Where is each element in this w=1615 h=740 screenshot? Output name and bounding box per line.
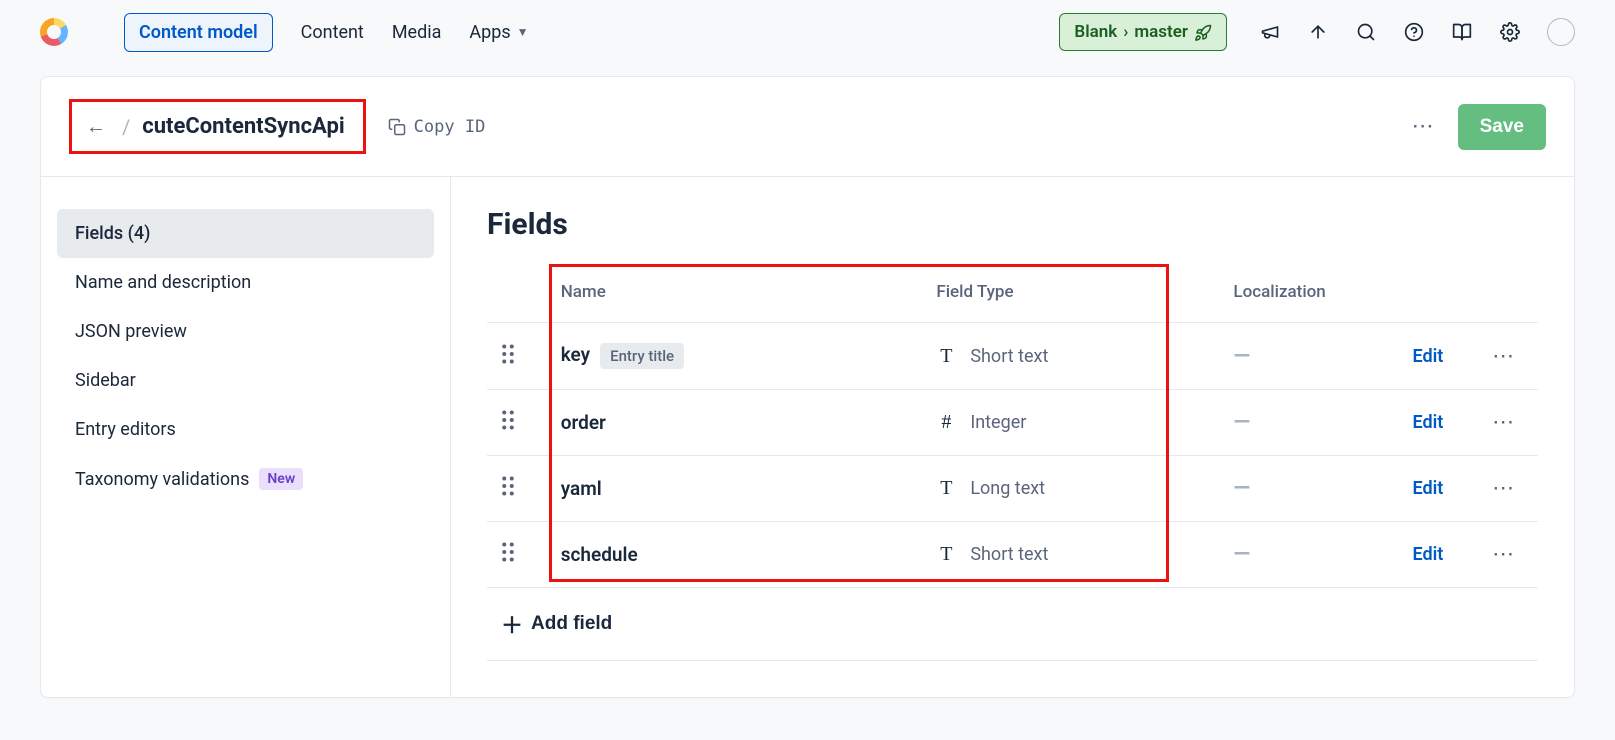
new-badge: New	[259, 468, 303, 490]
sidebar-item-entry-editors[interactable]: Entry editors	[57, 405, 434, 454]
topbar-actions	[1259, 18, 1575, 46]
nav-tab-media[interactable]: Media	[392, 16, 442, 49]
fields-table: Name Field Type Localization key Entry ti…	[487, 262, 1538, 588]
copy-id-label: Copy ID	[414, 117, 486, 137]
sidebar-item-label: Taxonomy validations	[75, 469, 249, 490]
edit-field-link[interactable]: Edit	[1412, 412, 1443, 433]
chevron-right-icon: ›	[1123, 22, 1128, 42]
search-icon[interactable]	[1355, 21, 1377, 43]
main-panel: Fields Name Field Type Localization	[451, 177, 1574, 697]
field-name: key	[561, 343, 590, 366]
field-type: TShort text	[936, 345, 1205, 368]
megaphone-icon[interactable]	[1259, 21, 1281, 43]
nav-tab-content-model[interactable]: Content model	[124, 13, 273, 52]
content-type-card: ← / cuteContentSyncApi Copy ID ⋯ Save Fi…	[40, 76, 1575, 698]
title-region: ← / cuteContentSyncApi	[69, 99, 366, 154]
type-glyph-icon: #	[936, 411, 956, 434]
field-more-icon[interactable]: ⋯	[1492, 344, 1514, 369]
breadcrumb-separator: /	[122, 115, 130, 139]
back-arrow-icon[interactable]: ←	[82, 114, 110, 139]
settings-icon[interactable]	[1499, 21, 1521, 43]
sidebar-item-taxonomy-validations[interactable]: Taxonomy validations New	[57, 454, 434, 504]
environment-selector[interactable]: Blank › master	[1059, 13, 1227, 51]
field-name: schedule	[561, 543, 638, 566]
settings-sidebar: Fields (4) Name and description JSON pre…	[41, 177, 451, 697]
type-glyph-icon: T	[936, 543, 956, 566]
entry-title-tag: Entry title	[600, 343, 684, 369]
env-space: Blank	[1074, 22, 1117, 42]
card-body: Fields (4) Name and description JSON pre…	[41, 177, 1574, 697]
field-more-icon[interactable]: ⋯	[1492, 410, 1514, 435]
column-header-type: Field Type	[922, 262, 1219, 323]
content-type-title: cuteContentSyncApi	[142, 114, 344, 139]
field-name: order	[561, 411, 606, 434]
save-button[interactable]: Save	[1458, 104, 1546, 150]
edit-field-link[interactable]: Edit	[1412, 544, 1443, 565]
rocket-icon	[1194, 22, 1212, 42]
drag-handle-icon[interactable]	[501, 410, 515, 430]
field-more-icon[interactable]: ⋯	[1492, 542, 1514, 567]
type-glyph-icon: T	[936, 345, 956, 368]
nav-tab-apps[interactable]: Apps ▼	[469, 16, 528, 49]
field-row: key Entry title TShort text — Edit ⋯	[487, 323, 1538, 390]
user-avatar[interactable]	[1547, 18, 1575, 46]
type-glyph-icon: T	[936, 477, 956, 500]
plus-icon: ＋	[501, 608, 523, 640]
localization-value: —	[1233, 344, 1250, 369]
sidebar-item-fields[interactable]: Fields (4)	[57, 209, 434, 258]
localization-value: —	[1233, 410, 1250, 435]
topbar: Content model Content Media Apps ▼ Blank…	[0, 0, 1615, 64]
nav-tab-apps-label: Apps	[469, 22, 510, 43]
add-field-button[interactable]: ＋ Add field	[501, 608, 612, 640]
add-field-label: Add field	[531, 613, 612, 635]
drag-handle-icon[interactable]	[501, 476, 515, 496]
field-type: TShort text	[936, 543, 1205, 566]
field-row: yaml TLong text — Edit ⋯	[487, 456, 1538, 522]
docs-icon[interactable]	[1451, 21, 1473, 43]
field-name: yaml	[561, 477, 602, 500]
nav-tab-content[interactable]: Content	[301, 16, 364, 49]
localization-value: —	[1233, 542, 1250, 567]
header-more-icon[interactable]: ⋯	[1404, 114, 1442, 139]
copy-id-button[interactable]: Copy ID	[388, 117, 486, 137]
column-header-localization: Localization	[1219, 262, 1398, 323]
drag-handle-icon[interactable]	[501, 344, 515, 364]
chevron-down-icon: ▼	[517, 25, 529, 39]
main-nav: Content model Content Media Apps ▼	[124, 13, 529, 52]
env-branch: master	[1134, 22, 1188, 42]
field-more-icon[interactable]: ⋯	[1492, 476, 1514, 501]
card-header: ← / cuteContentSyncApi Copy ID ⋯ Save	[41, 77, 1574, 177]
fields-table-wrapper: Name Field Type Localization key Entry ti…	[487, 262, 1538, 588]
upload-icon[interactable]	[1307, 21, 1329, 43]
main-heading: Fields	[487, 207, 1538, 242]
sidebar-item-name-description[interactable]: Name and description	[57, 258, 434, 307]
edit-field-link[interactable]: Edit	[1412, 478, 1443, 499]
help-icon[interactable]	[1403, 21, 1425, 43]
drag-handle-icon[interactable]	[501, 542, 515, 562]
field-row: order #Integer — Edit ⋯	[487, 390, 1538, 456]
field-type: TLong text	[936, 477, 1205, 500]
edit-field-link[interactable]: Edit	[1412, 346, 1443, 367]
localization-value: —	[1233, 476, 1250, 501]
sidebar-item-json-preview[interactable]: JSON preview	[57, 307, 434, 356]
sidebar-item-sidebar[interactable]: Sidebar	[57, 356, 434, 405]
field-row: schedule TShort text — Edit ⋯	[487, 522, 1538, 588]
logo[interactable]	[40, 18, 68, 46]
add-field-table: ＋ Add field	[487, 588, 1538, 661]
column-header-name: Name	[547, 262, 923, 323]
field-type: #Integer	[936, 411, 1205, 434]
